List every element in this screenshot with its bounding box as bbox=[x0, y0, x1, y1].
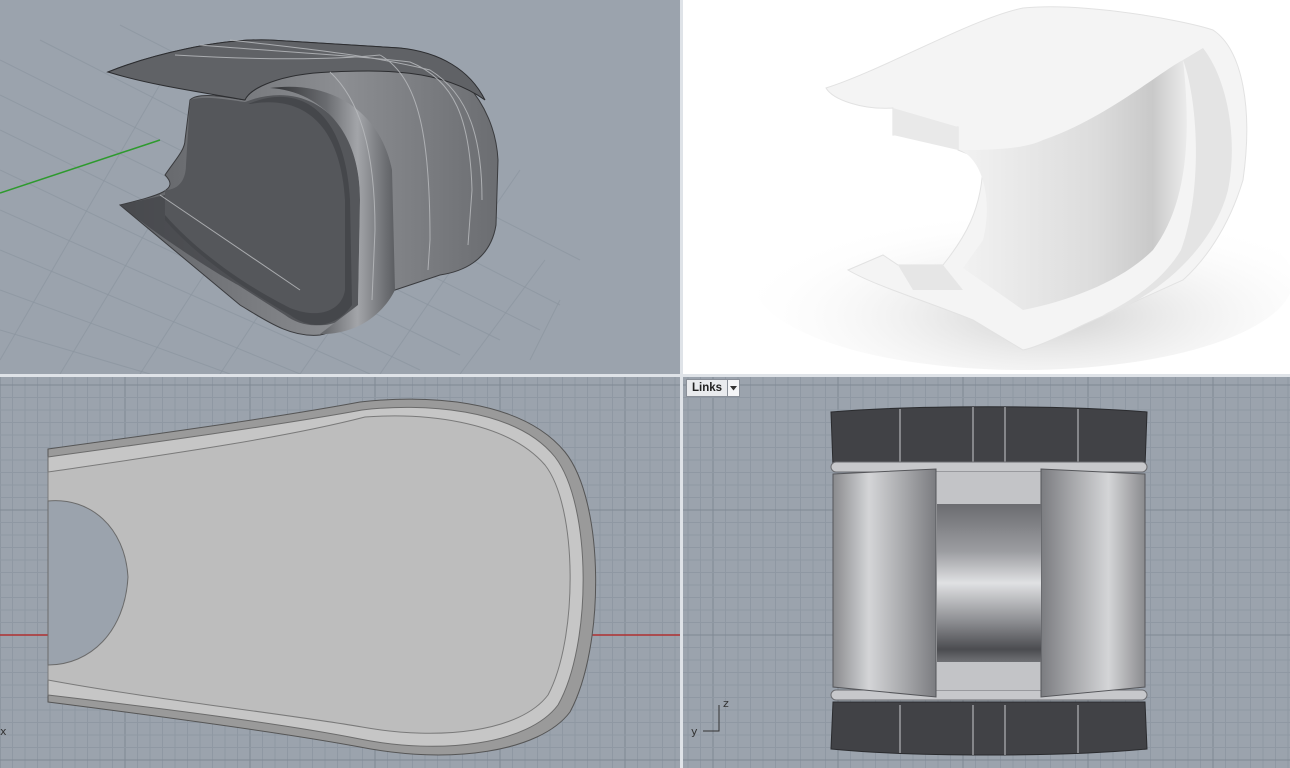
z-axis-label: z bbox=[723, 697, 729, 710]
viewport-title-label[interactable]: Links bbox=[687, 380, 727, 396]
y-axis-line bbox=[0, 139, 161, 194]
viewport-top[interactable]: x bbox=[0, 377, 680, 768]
left-grid bbox=[683, 377, 1290, 768]
shell-model-perspective[interactable] bbox=[106, 39, 499, 336]
perspective-scene bbox=[0, 24, 581, 374]
viewport-left[interactable]: Links z y bbox=[683, 377, 1290, 768]
y-axis-label: y bbox=[691, 725, 698, 738]
viewport-rendered[interactable] bbox=[683, 0, 1290, 374]
top-grid bbox=[0, 377, 680, 768]
shell-model-left[interactable] bbox=[830, 406, 1148, 756]
viewport-title-tab[interactable]: Links bbox=[686, 379, 741, 397]
rendered-scene bbox=[753, 6, 1290, 370]
triangle-down-icon[interactable] bbox=[727, 380, 740, 396]
shell-outline-top[interactable] bbox=[47, 398, 597, 756]
viewport-perspective[interactable] bbox=[0, 0, 680, 374]
x-axis-label: x bbox=[0, 725, 7, 738]
